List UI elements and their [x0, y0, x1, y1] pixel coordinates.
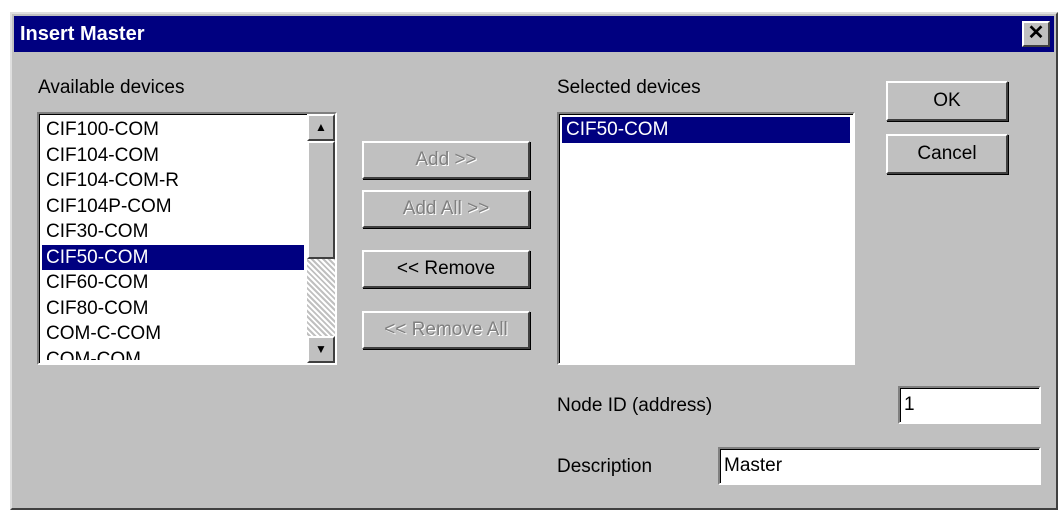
available-device-item-selected[interactable]: CIF50-COM: [42, 244, 304, 270]
node-id-label: Node ID (address): [557, 395, 713, 416]
available-device-item[interactable]: CIF104-COM-R: [42, 168, 304, 194]
available-device-item[interactable]: CIF100-COM: [42, 117, 304, 143]
available-device-item[interactable]: CIF104P-COM: [42, 194, 304, 220]
dialog-title: Insert Master: [20, 23, 145, 45]
add-button[interactable]: Add >>: [362, 141, 530, 179]
add-all-button-label: Add All >>: [402, 198, 490, 219]
scroll-up-icon: ▲: [315, 120, 327, 134]
add-button-label: Add >>: [415, 149, 477, 170]
cancel-button[interactable]: Cancel: [886, 134, 1008, 174]
scroll-thumb[interactable]: [307, 141, 335, 259]
available-device-item[interactable]: COM-C-COM: [42, 321, 304, 347]
description-input[interactable]: [718, 447, 1041, 485]
remove-button[interactable]: << Remove: [362, 250, 530, 288]
available-devices-scrollbar[interactable]: ▲ ▼: [307, 114, 335, 363]
ok-button[interactable]: OK: [886, 81, 1008, 121]
available-device-item[interactable]: CIF60-COM: [42, 270, 304, 296]
available-devices-list: CIF100-COM CIF104-COM CIF104-COM-R CIF10…: [42, 117, 304, 360]
available-devices-listbox[interactable]: CIF100-COM CIF104-COM CIF104-COM-R CIF10…: [37, 112, 337, 365]
node-id-input[interactable]: [898, 386, 1041, 424]
cancel-button-label: Cancel: [917, 143, 977, 164]
selected-devices-label: Selected devices: [557, 77, 701, 98]
available-devices-label: Available devices: [38, 77, 185, 98]
remove-all-button-label: << Remove All: [384, 319, 508, 340]
available-device-item[interactable]: CIF30-COM: [42, 219, 304, 245]
close-icon: ✕: [1027, 22, 1045, 44]
add-all-button[interactable]: Add All >>: [362, 190, 530, 228]
scroll-down-icon: ▼: [315, 342, 327, 356]
scroll-down-button[interactable]: ▼: [307, 336, 335, 363]
available-device-item[interactable]: COM-COM: [42, 347, 304, 361]
selected-devices-list: CIF50-COM: [562, 117, 850, 360]
insert-master-dialog: Insert Master ✕ Available devices CIF100…: [10, 12, 1058, 510]
remove-all-button[interactable]: << Remove All: [362, 311, 530, 349]
scroll-up-button[interactable]: ▲: [307, 114, 335, 141]
title-bar: Insert Master ✕: [14, 16, 1054, 52]
available-device-item[interactable]: CIF104-COM: [42, 143, 304, 169]
ok-button-label: OK: [933, 90, 961, 111]
selected-devices-listbox[interactable]: CIF50-COM: [557, 112, 855, 365]
remove-button-label: << Remove: [396, 258, 496, 279]
selected-device-item[interactable]: CIF50-COM: [562, 117, 850, 143]
close-button[interactable]: ✕: [1022, 21, 1050, 47]
available-device-item[interactable]: CIF80-COM: [42, 296, 304, 322]
description-label: Description: [557, 456, 653, 477]
